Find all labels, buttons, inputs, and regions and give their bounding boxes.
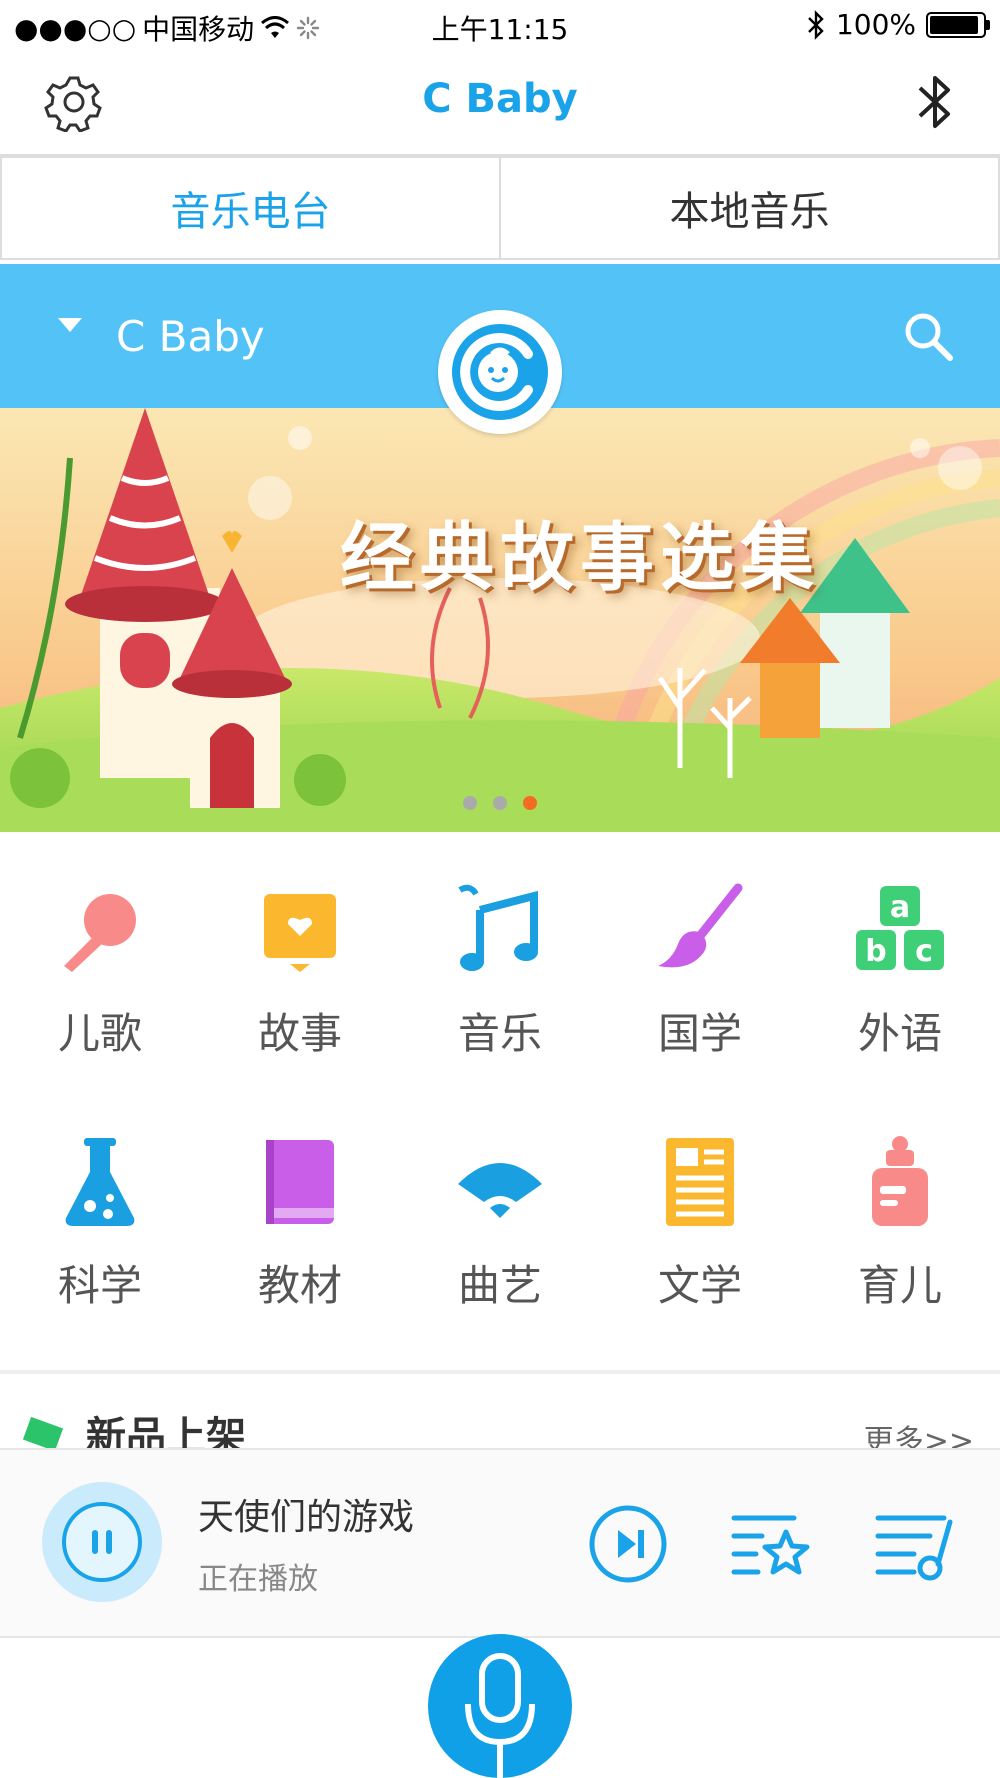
fan-icon: [458, 1163, 542, 1218]
status-bar: ●●●○○ 中国移动 上午11:15 100%: [0, 0, 1000, 50]
section-title: 新品上架: [86, 1414, 246, 1448]
category-label: 育儿: [857, 1261, 942, 1310]
carousel-dot[interactable]: [463, 796, 477, 810]
svg-text:a: a: [890, 890, 910, 925]
favorites-list-icon[interactable]: [728, 1502, 812, 1586]
dropdown-arrow-icon[interactable]: [58, 318, 82, 332]
search-icon[interactable]: [900, 308, 956, 364]
carousel-dot[interactable]: [493, 796, 507, 810]
pause-icon: [62, 1502, 142, 1582]
microphone-icon: [64, 894, 136, 972]
next-track-icon[interactable]: [586, 1502, 670, 1586]
category-literature[interactable]: 文学: [600, 1132, 800, 1352]
document-icon: [666, 1138, 734, 1226]
textbook-icon: [266, 1140, 334, 1224]
baby-bottle-icon: [872, 1136, 928, 1226]
battery-fill: [930, 15, 978, 34]
category-label: 故事: [257, 1009, 342, 1058]
category-label: 音乐: [457, 1009, 542, 1058]
flask-icon: [65, 1138, 135, 1226]
tag-icon: [22, 1416, 64, 1448]
bluetooth-status-icon: [808, 9, 824, 40]
bluetooth-icon[interactable]: [910, 70, 960, 134]
microphone-icon: [465, 1653, 535, 1778]
tab-bar: 音乐电台 本地音乐: [0, 156, 1000, 260]
category-parenting[interactable]: 育儿: [800, 1132, 1000, 1352]
category-label: 曲艺: [457, 1261, 542, 1310]
tab-music-radio[interactable]: 音乐电台: [0, 156, 501, 260]
category-science[interactable]: 科学: [0, 1132, 200, 1352]
category-label: 教材: [257, 1261, 342, 1310]
category-label: 文学: [657, 1261, 742, 1310]
app-logo: [438, 310, 562, 434]
category-children-songs[interactable]: 儿歌: [0, 880, 200, 1100]
song-title: 天使们的游戏: [198, 1497, 415, 1538]
baby-logo-icon: [452, 324, 548, 420]
svg-text:b: b: [865, 934, 886, 969]
promo-banner[interactable]: 经典故事选集: [0, 408, 1000, 832]
abc-blocks-icon: a b c: [856, 886, 944, 970]
category-chinese-classics[interactable]: 国学: [600, 880, 800, 1100]
category-textbooks[interactable]: 教材: [200, 1132, 400, 1352]
svg-text:c: c: [915, 934, 933, 969]
brush-icon: [658, 883, 743, 968]
storybook-icon: [264, 894, 336, 972]
category-music[interactable]: 音乐: [400, 880, 600, 1100]
app-title: C Baby: [422, 76, 578, 122]
category-label: 儿歌: [57, 1009, 142, 1058]
new-arrivals-header: 新品上架 更多>>: [0, 1398, 1000, 1448]
music-note-icon: [458, 884, 538, 971]
more-link[interactable]: 更多>>: [864, 1416, 974, 1448]
playlist-icon[interactable]: [874, 1502, 958, 1586]
category-folk-art[interactable]: 曲艺: [400, 1132, 600, 1352]
banner-title: 经典故事选集: [340, 515, 820, 601]
playback-state: 正在播放: [198, 1562, 318, 1597]
carousel-dots: [0, 796, 1000, 810]
battery-percent: 100%: [835, 8, 916, 41]
status-right: 100%: [806, 8, 990, 41]
section-divider: [0, 1370, 1000, 1374]
pause-button[interactable]: [42, 1482, 162, 1602]
navigation-bar: C Baby: [0, 50, 1000, 156]
tab-local-music[interactable]: 本地音乐: [501, 156, 1000, 260]
category-label: 外语: [857, 1009, 942, 1058]
channel-selector[interactable]: C Baby: [116, 312, 265, 361]
now-playing-bar: 天使们的游戏 正在播放: [0, 1448, 1000, 1638]
voice-search-button[interactable]: [428, 1634, 572, 1778]
banner-illustration: [0, 408, 1000, 832]
category-stories[interactable]: 故事: [200, 880, 400, 1100]
category-foreign-language[interactable]: a b c 外语: [800, 880, 1000, 1100]
category-label: 科学: [57, 1261, 142, 1310]
carousel-dot-active[interactable]: [523, 796, 537, 810]
category-label: 国学: [657, 1009, 742, 1058]
battery-icon: [926, 11, 990, 38]
